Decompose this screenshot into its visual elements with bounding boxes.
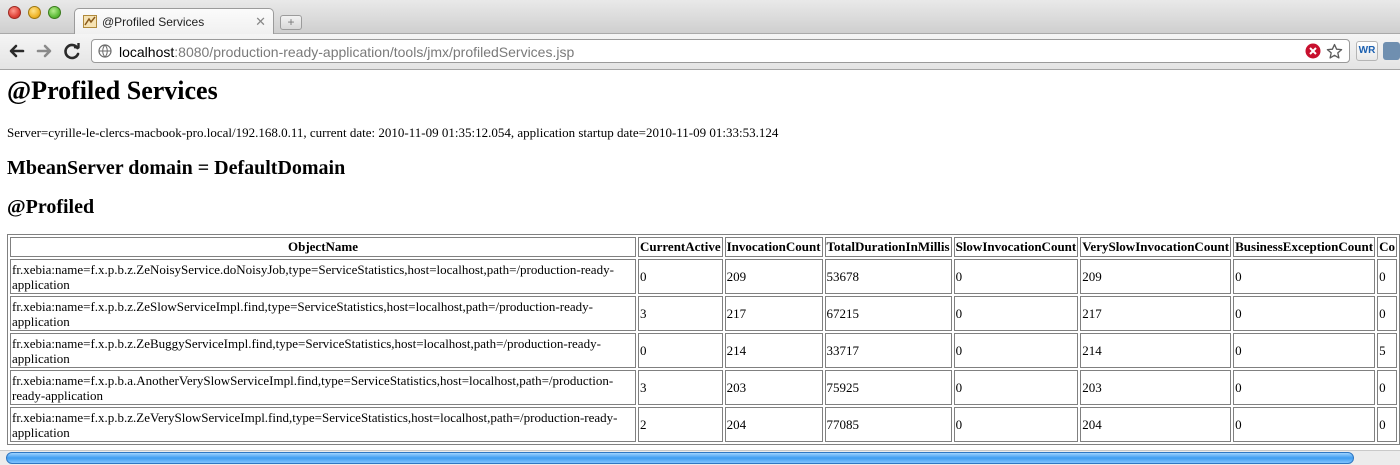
bookmark-star-icon[interactable] <box>1326 43 1343 60</box>
tab-title: @Profiled Services <box>102 15 205 29</box>
table-cell: 0 <box>1233 333 1376 368</box>
table-cell: 0 <box>638 259 723 294</box>
table-cell: 53678 <box>824 259 952 294</box>
table-cell: 0 <box>1233 407 1376 442</box>
table-row: fr.xebia:name=f.x.p.b.z.ZeSlowServiceImp… <box>10 296 1397 331</box>
table-cell: 0 <box>1233 296 1376 331</box>
server-info: Server=cyrille-le-clercs-macbook-pro.loc… <box>7 125 779 140</box>
table-cell: 67215 <box>824 296 952 331</box>
table-cell: 0 <box>953 370 1079 405</box>
window-titlebar: @Profiled Services ✕ + <box>0 0 1400 35</box>
forward-arrow-icon[interactable] <box>33 40 55 62</box>
scrollbar-thumb[interactable] <box>6 452 1354 464</box>
column-header-slowinvocationcount: SlowInvocationCount <box>953 237 1079 257</box>
table-row: fr.xebia:name=f.x.p.b.a.AnotherVerySlowS… <box>10 370 1397 405</box>
table-cell-objectname: fr.xebia:name=f.x.p.b.z.ZeBuggyServiceIm… <box>10 333 636 368</box>
table-cell: 3 <box>638 370 723 405</box>
reload-icon[interactable] <box>61 40 83 62</box>
table-cell: 217 <box>724 296 823 331</box>
table-cell: 0 <box>1233 370 1376 405</box>
table-cell: 209 <box>1080 259 1232 294</box>
table-cell: 203 <box>724 370 823 405</box>
table-cell-objectname: fr.xebia:name=f.x.p.b.a.AnotherVerySlowS… <box>10 370 636 405</box>
section-heading: @Profiled <box>7 196 95 218</box>
table-row: fr.xebia:name=f.x.p.b.z.ZeNoisyService.d… <box>10 259 1397 294</box>
column-header-currentactive: CurrentActive <box>638 237 723 257</box>
horizontal-scrollbar[interactable] <box>0 450 1400 465</box>
minimize-window-button[interactable] <box>28 6 41 19</box>
browser-tab[interactable]: @Profiled Services ✕ <box>74 8 274 35</box>
address-bar[interactable]: localhost:8080/production-ready-applicat… <box>91 39 1350 63</box>
table-cell: 0 <box>953 407 1079 442</box>
table-cell: 0 <box>1377 370 1397 405</box>
extension-icon[interactable]: WR <box>1356 41 1378 61</box>
favicon-icon <box>83 15 97 28</box>
table-cell: 209 <box>724 259 823 294</box>
page-content: @Profiled Services Server=cyrille-le-cle… <box>0 70 1400 450</box>
table-cell: 0 <box>1377 296 1397 331</box>
table-cell: 204 <box>1080 407 1232 442</box>
table-cell: 0 <box>1377 259 1397 294</box>
table-cell: 214 <box>1080 333 1232 368</box>
back-arrow-icon[interactable] <box>6 40 28 62</box>
page-info-icon[interactable] <box>98 44 112 58</box>
table-cell: 0 <box>638 333 723 368</box>
table-cell-objectname: fr.xebia:name=f.x.p.b.z.ZeNoisyService.d… <box>10 259 636 294</box>
column-header-invocationcount: InvocationCount <box>724 237 823 257</box>
url-text[interactable]: localhost:8080/production-ready-applicat… <box>119 44 574 60</box>
page-title: @Profiled Services <box>7 76 218 105</box>
table-cell-objectname: fr.xebia:name=f.x.p.b.z.ZeVerySlowServic… <box>10 407 636 442</box>
navigation-toolbar: localhost:8080/production-ready-applicat… <box>0 34 1400 70</box>
table-cell: 5 <box>1377 333 1397 368</box>
table-cell-objectname: fr.xebia:name=f.x.p.b.z.ZeSlowServiceImp… <box>10 296 636 331</box>
table-cell: 0 <box>1377 407 1397 442</box>
table-cell: 77085 <box>824 407 952 442</box>
column-header-veryslowinvocationcount: VerySlowInvocationCount <box>1080 237 1232 257</box>
table-cell: 204 <box>724 407 823 442</box>
column-header-businessexceptioncount: BusinessExceptionCount <box>1233 237 1376 257</box>
extension-camera-icon[interactable] <box>1383 42 1400 60</box>
table-header-row: ObjectName CurrentActive InvocationCount… <box>10 237 1397 257</box>
table-cell: 0 <box>953 296 1079 331</box>
profiled-services-table: ObjectName CurrentActive InvocationCount… <box>7 234 1400 445</box>
table-cell: 3 <box>638 296 723 331</box>
table-cell: 0 <box>953 333 1079 368</box>
table-row: fr.xebia:name=f.x.p.b.z.ZeBuggyServiceIm… <box>10 333 1397 368</box>
zoom-window-button[interactable] <box>48 6 61 19</box>
blocked-icon[interactable] <box>1305 43 1321 59</box>
table-cell: 33717 <box>824 333 952 368</box>
table-row: fr.xebia:name=f.x.p.b.z.ZeVerySlowServic… <box>10 407 1397 442</box>
domain-heading: MbeanServer domain = DefaultDomain <box>7 157 346 179</box>
table-cell: 203 <box>1080 370 1232 405</box>
table-cell: 214 <box>724 333 823 368</box>
table-cell: 2 <box>638 407 723 442</box>
table-cell: 0 <box>953 259 1079 294</box>
table-cell: 217 <box>1080 296 1232 331</box>
column-header-objectname: ObjectName <box>10 237 636 257</box>
column-header-totaldurationinmillis: TotalDurationInMillis <box>824 237 952 257</box>
close-window-button[interactable] <box>8 6 21 19</box>
new-tab-button[interactable]: + <box>280 15 302 30</box>
tab-close-icon[interactable]: ✕ <box>255 14 266 30</box>
table-cell: 0 <box>1233 259 1376 294</box>
column-header-truncated: Co <box>1377 237 1397 257</box>
table-cell: 75925 <box>824 370 952 405</box>
